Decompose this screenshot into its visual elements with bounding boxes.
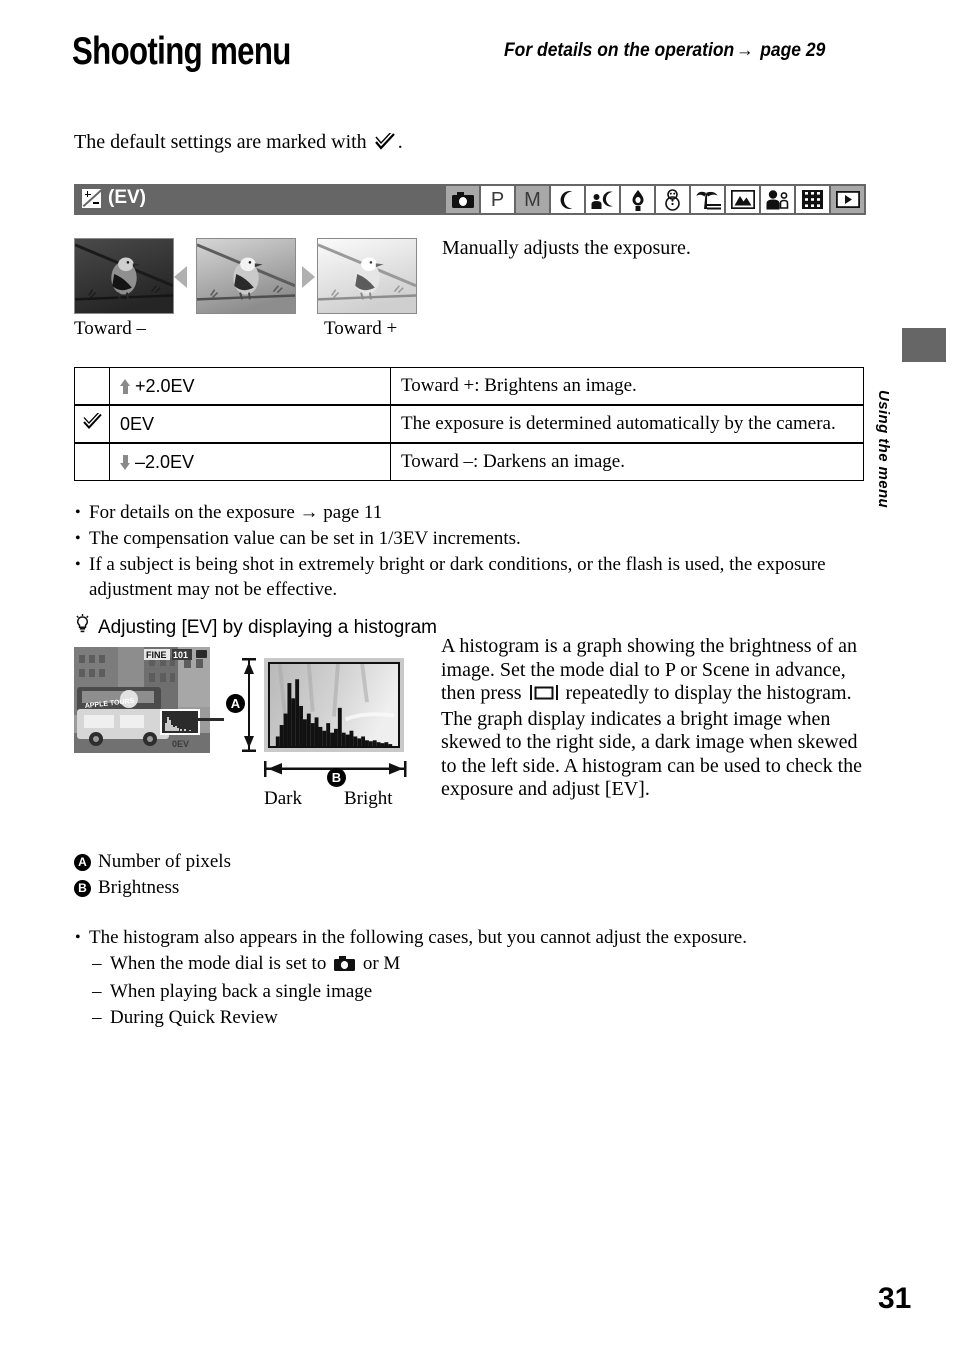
tip-heading-label: Adjusting [EV] by displaying a histogram [98,617,438,638]
list-item: A Number of pixels [74,849,231,875]
ev-value-label: +2.0EV [135,375,195,396]
default-marker-cell [74,367,110,406]
notes-list-top: For details on the exposure → page 11 Th… [74,500,874,603]
default-marker-cell [74,442,110,481]
program-mode-label: P [490,188,505,211]
svg-text:101: 101 [173,650,188,660]
badge-b-icon: B [74,879,91,897]
right-arrow-icon: → [299,502,319,523]
callout-connector-line [188,718,224,721]
sample-thumbnail-normal [196,238,296,314]
default-settings-period: . [397,131,403,153]
table-row: +2.0EV Toward +: Brightens an image. [74,367,864,406]
ev-value-label: 0EV [120,413,155,434]
arrow-down-icon [120,454,131,470]
legend-label: Number of pixels [98,851,231,872]
ev-description-cell: Toward –: Darkens an image. [390,442,864,481]
sample-thumbnail-bright [317,238,417,314]
setting-name-label: (EV) [108,187,146,208]
list-item: For details on the exposure → page 11 [74,500,874,525]
sample-thumbnail-dark [74,238,174,314]
program-mode-icon: P [481,186,514,213]
still-camera-icon [334,953,356,978]
ev-description-cell: Toward +: Brightens an image. [390,367,864,406]
ev-description-cell: The exposure is determined automatically… [390,404,864,444]
soft-snap-mode-icon [761,186,794,213]
histogram-chart [264,658,404,752]
beach-mode-icon [691,186,724,213]
sub-note-text-after: or M [362,953,401,974]
list-item: During Quick Review [74,1005,864,1030]
details-reference-page: page 29 [760,40,826,61]
table-row: 0EV The exposure is determined automatic… [74,404,864,444]
left-triangle-icon [174,266,187,288]
still-camera-icon [446,186,479,213]
display-button-icon [529,684,559,708]
mode-icon-list: P M [446,186,864,213]
histogram-explanation: A histogram is a graph showing the brigh… [441,635,865,802]
checkmark-icon [82,409,103,435]
list-item: If a subject is being shot in extremely … [74,552,874,602]
toward-minus-label: Toward – [74,318,147,339]
toward-plus-label: Toward + [324,318,398,339]
list-item: When playing back a single image [74,979,864,1004]
diagram-legend: A Number of pixels B Brightness [74,849,231,901]
sub-note-text: When the mode dial is set to [110,953,327,974]
default-settings-text: The default settings are marked with [74,131,367,153]
details-reference-text: For details on the operation [504,40,735,61]
exposure-compensation-icon [82,188,101,208]
dark-label: Dark [264,788,302,809]
setting-description: Manually adjusts the exposure. [442,237,691,259]
note-text: For details on the exposure [89,502,295,523]
badge-a-icon: A [74,853,91,871]
list-item: The histogram also appears in the follow… [74,925,864,950]
legend-label: Brightness [98,877,180,898]
tip-heading: Adjusting [EV] by displaying a histogram [74,614,437,642]
twilight-portrait-mode-icon [586,186,619,213]
details-reference: For details on the operation→ page 29 [504,40,825,62]
page-header: Shooting menu For details on the operati… [72,28,872,84]
landscape-mode-icon [726,186,759,213]
default-settings-note: The default settings are marked with . [74,128,403,157]
manual-mode-icon: M [516,186,549,213]
candle-mode-icon [621,186,654,213]
checkmark-icon [374,128,396,157]
side-tab-marker [902,328,946,362]
mode-availability-bar: (EV) P M [74,184,866,215]
ev-value-cell: 0EV [109,404,391,444]
default-marker-cell [74,404,110,444]
table-row: –2.0EV Toward –: Darkens an image. [74,442,864,481]
list-item: When the mode dial is set to or M [74,951,864,978]
right-triangle-icon [302,266,315,288]
page-number: 31 [878,1282,912,1315]
movie-mode-icon [796,186,829,213]
snow-mode-icon [656,186,689,213]
playback-mode-icon [831,186,864,213]
note-page-ref: page 11 [323,502,383,523]
bright-label: Bright [344,788,393,809]
light-bulb-icon [74,614,91,642]
arrow-up-icon [120,378,131,394]
ev-options-table: +2.0EV Toward +: Brightens an image. 0EV… [74,367,864,481]
ev-value-cell: +2.0EV [109,367,391,406]
ev-value-cell: –2.0EV [109,442,391,481]
page-title: Shooting menu [72,30,291,73]
list-item: B Brightness [74,875,231,901]
badge-a: A [226,694,245,713]
sample-photo-row: Toward – Toward + [74,238,434,339]
manual-mode-label: M [524,188,541,211]
svg-text:0EV: 0EV [172,739,189,749]
ev-value-label: –2.0EV [135,451,195,472]
list-item: The compensation value can be set in 1/3… [74,526,874,551]
notes-list-bottom: The histogram also appears in the follow… [74,925,864,1031]
camera-screen-example: APPLE TOURS FINE 101 0EV [74,647,210,753]
setting-name-group: (EV) [82,187,146,209]
histogram-diagram: A B Dark Bright [222,646,412,816]
right-arrow-icon: → [736,40,754,61]
twilight-mode-icon [551,186,584,213]
badge-b: B [327,768,346,787]
svg-text:FINE: FINE [146,650,167,660]
side-tab-label: Using the menu [875,390,892,509]
